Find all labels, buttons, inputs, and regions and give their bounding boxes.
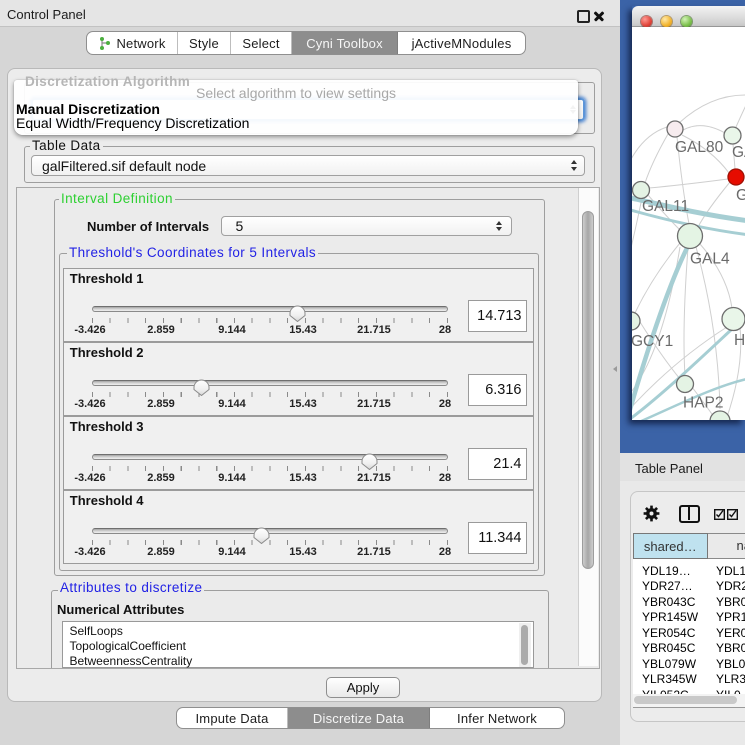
svg-text:GAL80: GAL80 bbox=[675, 139, 724, 156]
svg-text:GA: GA bbox=[732, 144, 745, 161]
svg-text:GAL4: GAL4 bbox=[690, 251, 730, 268]
svg-text:GAL11: GAL11 bbox=[642, 198, 689, 215]
svg-text:HAP2: HAP2 bbox=[683, 395, 724, 412]
svg-text:H: H bbox=[734, 332, 745, 349]
svg-text:GCY1: GCY1 bbox=[632, 333, 673, 350]
svg-text:G: G bbox=[736, 187, 745, 204]
